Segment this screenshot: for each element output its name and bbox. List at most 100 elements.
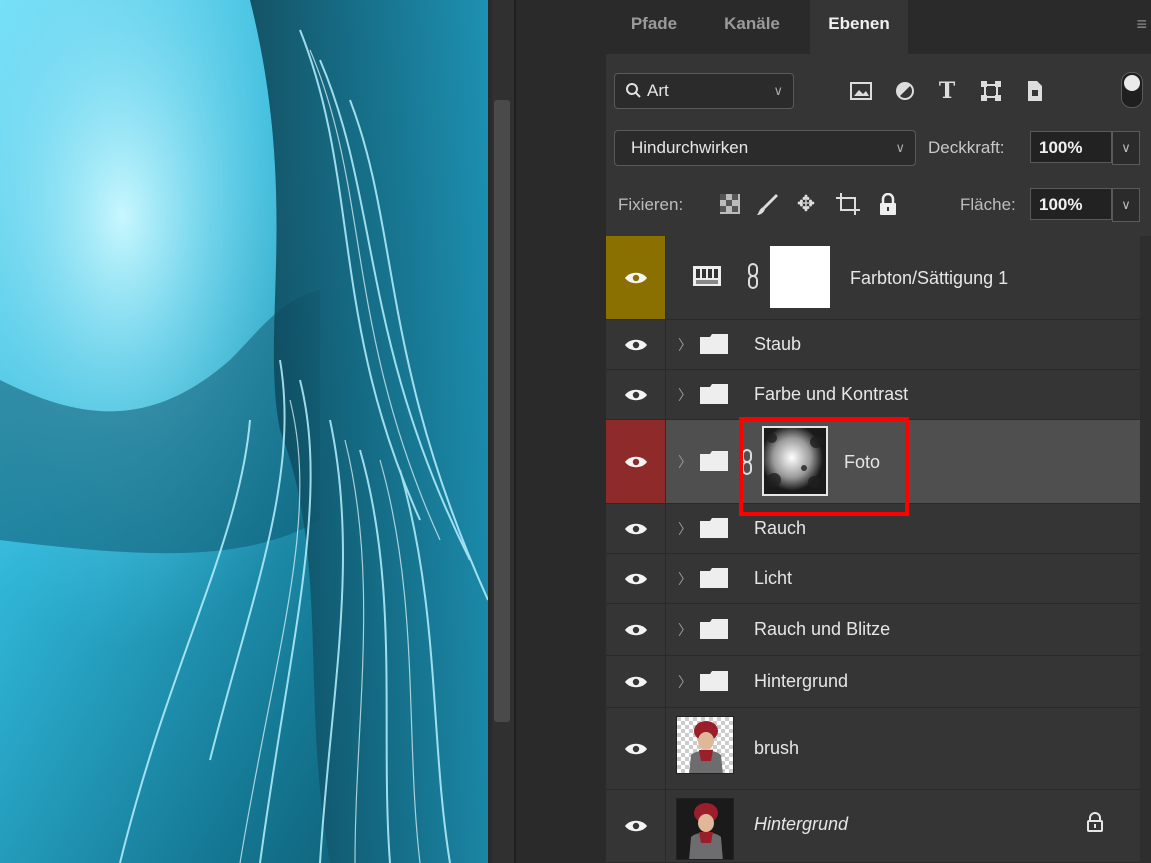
type-filter-icon[interactable]: T: [934, 78, 960, 104]
folder-icon: [700, 518, 728, 538]
tab-pfade[interactable]: Pfade: [614, 0, 694, 54]
folder-icon: [700, 568, 728, 588]
folder-icon: [700, 671, 728, 691]
layer-mask-thumbnail[interactable]: [770, 246, 830, 308]
layer-row-group[interactable]: 〉 Farbe und Kontrast: [606, 370, 1151, 420]
adjustment-filter-icon[interactable]: [892, 78, 918, 104]
eye-icon: [624, 820, 647, 832]
layer-row-group[interactable]: 〉 Hintergrund: [606, 656, 1151, 708]
opacity-input[interactable]: 100%: [1030, 131, 1112, 163]
layer-name[interactable]: Rauch: [754, 518, 806, 539]
opacity-label: Deckkraft:: [928, 138, 1005, 157]
opacity-dropdown-icon[interactable]: ∨: [1112, 131, 1140, 165]
lock-paint-icon[interactable]: [754, 190, 782, 218]
blend-mode-value: Hindurchwirken: [631, 138, 749, 157]
smart-object-filter-icon[interactable]: [1022, 78, 1048, 104]
layer-visibility-toggle[interactable]: [606, 320, 666, 369]
layer-name[interactable]: Foto: [844, 452, 880, 473]
layer-name[interactable]: Farbe und Kontrast: [754, 384, 908, 405]
mask-image: [764, 428, 826, 494]
layer-mask-thumbnail[interactable]: [762, 426, 828, 496]
chevron-right-icon[interactable]: 〉: [678, 452, 692, 472]
layer-visibility-toggle[interactable]: [606, 790, 666, 862]
layer-thumbnail[interactable]: [676, 798, 734, 860]
eye-icon: [624, 456, 647, 467]
eye-icon: [624, 743, 647, 754]
link-icon[interactable]: [746, 262, 760, 295]
scrollbar-thumb[interactable]: [494, 100, 510, 722]
eye-icon: [624, 676, 647, 687]
layer-name[interactable]: Rauch und Blitze: [754, 619, 890, 640]
layer-visibility-toggle[interactable]: [606, 370, 666, 419]
layer-row-foto[interactable]: 〉 Foto: [606, 420, 1151, 504]
fill-input[interactable]: 100%: [1030, 188, 1112, 220]
panel-divider: [514, 0, 516, 863]
adjustment-layer-icon: [692, 264, 722, 293]
folder-icon: [700, 384, 728, 404]
layer-visibility-toggle[interactable]: [606, 420, 666, 503]
panel-menu-icon[interactable]: ≡: [1136, 14, 1147, 35]
document-canvas[interactable]: [0, 0, 488, 863]
panel-tabs: Pfade Kanäle Ebenen ≡: [606, 0, 1151, 54]
layer-name[interactable]: Hintergrund: [754, 814, 848, 835]
chevron-right-icon[interactable]: 〉: [678, 569, 692, 589]
layer-row-group[interactable]: 〉 Licht: [606, 554, 1151, 604]
lock-artboard-icon[interactable]: [834, 190, 862, 218]
chevron-right-icon[interactable]: 〉: [678, 335, 692, 355]
layer-thumbnail[interactable]: [676, 716, 734, 774]
eye-icon: [624, 573, 647, 584]
layer-filter-select[interactable]: Art ∨: [614, 73, 794, 109]
layer-row-background[interactable]: Hintergrund: [606, 790, 1151, 863]
layer-visibility-toggle[interactable]: [606, 504, 666, 553]
chevron-right-icon[interactable]: 〉: [678, 519, 692, 539]
layer-visibility-toggle[interactable]: [606, 656, 666, 707]
layer-row-group[interactable]: 〉 Rauch: [606, 504, 1151, 554]
layer-name[interactable]: Farbton/Sättigung 1: [850, 268, 1008, 289]
fill-label: Fläche:: [960, 195, 1016, 214]
layer-row-hue-saturation[interactable]: Farbton/Sättigung 1: [606, 236, 1151, 320]
portrait-thumbnail: [677, 799, 733, 859]
lock-label: Fixieren:: [618, 195, 684, 214]
layer-name[interactable]: brush: [754, 738, 799, 759]
layers-panel: Pfade Kanäle Ebenen ≡ Art ∨ T Hindurchwi…: [606, 0, 1151, 863]
layer-name[interactable]: Staub: [754, 334, 801, 355]
image-filter-icon[interactable]: [848, 78, 874, 104]
chevron-right-icon[interactable]: 〉: [678, 672, 692, 692]
filter-toggle[interactable]: [1121, 72, 1143, 108]
chevron-right-icon[interactable]: 〉: [678, 385, 692, 405]
tab-ebenen[interactable]: Ebenen: [810, 0, 908, 54]
eye-icon: [624, 624, 647, 635]
layer-row-pixel[interactable]: brush: [606, 708, 1151, 790]
search-icon: [625, 74, 641, 120]
layer-row-group[interactable]: 〉 Rauch und Blitze: [606, 604, 1151, 656]
fill-dropdown-icon[interactable]: ∨: [1112, 188, 1140, 222]
eye-icon: [624, 523, 647, 534]
link-icon[interactable]: [740, 448, 754, 481]
lock-transparent-icon[interactable]: [716, 190, 744, 218]
layer-name[interactable]: Licht: [754, 568, 792, 589]
folder-icon: [700, 619, 728, 639]
shape-filter-icon[interactable]: [978, 78, 1004, 104]
eye-icon: [624, 272, 647, 283]
folder-icon: [700, 334, 728, 354]
canvas-scroll-column: [488, 0, 606, 863]
layer-visibility-toggle[interactable]: [606, 236, 666, 319]
layer-visibility-toggle[interactable]: [606, 604, 666, 655]
lock-all-icon[interactable]: [874, 190, 902, 218]
filter-label: Art: [647, 81, 669, 100]
layer-row-group[interactable]: 〉 Staub: [606, 320, 1151, 370]
chevron-down-icon: ∨: [895, 140, 905, 155]
chevron-right-icon[interactable]: 〉: [678, 620, 692, 640]
layers-scrollbar[interactable]: [1140, 236, 1151, 863]
eye-icon: [624, 389, 647, 400]
layer-visibility-toggle[interactable]: [606, 708, 666, 789]
layer-visibility-toggle[interactable]: [606, 554, 666, 603]
tab-kanaele[interactable]: Kanäle: [706, 0, 798, 54]
layers-list: Farbton/Sättigung 1 〉 Staub 〉 Farbe und …: [606, 236, 1151, 863]
lock-move-icon[interactable]: ✥: [792, 190, 820, 218]
chevron-down-icon: ∨: [773, 83, 783, 98]
layer-name[interactable]: Hintergrund: [754, 671, 848, 692]
portrait-thumbnail: [677, 717, 733, 773]
blend-mode-select[interactable]: Hindurchwirken ∨: [614, 130, 916, 166]
folder-icon: [700, 451, 728, 471]
